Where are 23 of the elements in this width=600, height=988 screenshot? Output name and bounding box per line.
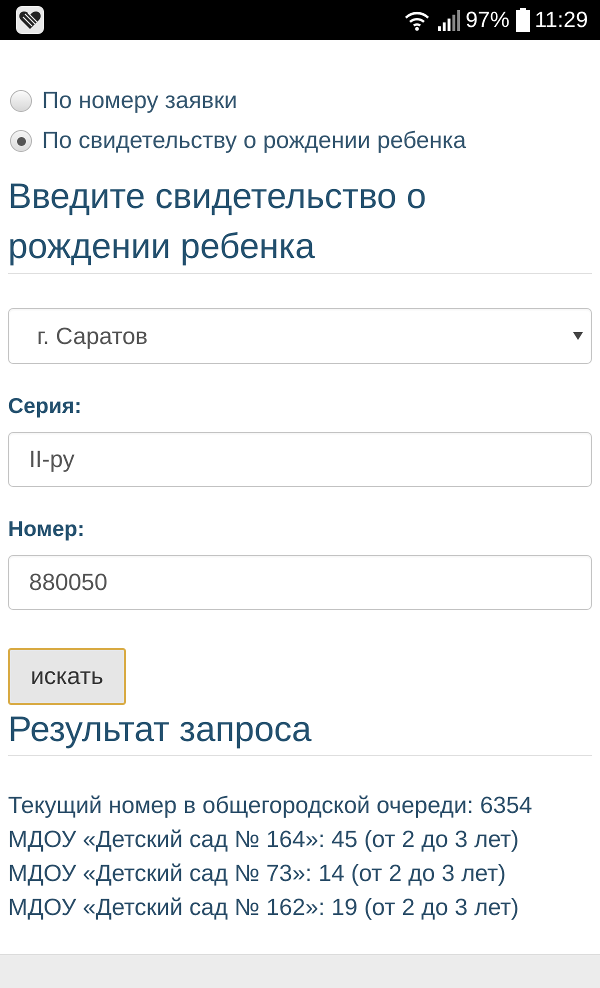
battery-icon <box>516 8 530 32</box>
caret-icon <box>573 332 583 340</box>
series-input[interactable]: II-ру <box>8 432 592 487</box>
radio-button[interactable] <box>10 130 32 152</box>
field-label: Серия: <box>8 394 83 418</box>
battery-percent: 97% <box>466 7 510 33</box>
radio-label[interactable]: По свидетельству о рождении ребенка <box>42 126 466 154</box>
form-heading: Введите свидетельство о рождении ребенка <box>8 175 428 268</box>
result-heading: Результат запроса <box>8 708 313 751</box>
wifi-icon <box>404 10 430 30</box>
radio-label[interactable]: По номеру заявки <box>42 86 238 114</box>
heart-app-icon[interactable] <box>16 6 44 34</box>
result-text: Текущий номер в общегородской очереди: 6354 <box>8 791 534 820</box>
signal-bars-icon <box>438 10 461 30</box>
result-text: МДОУ «Детский сад № 164»: 45 (от 2 до 3 лет) <box>8 825 520 854</box>
city-select[interactable]: г. Саратов <box>8 308 592 364</box>
clock-time: 11:29 <box>534 7 588 33</box>
result-text: МДОУ «Детский сад № 162»: 19 (от 2 до 3 лет) <box>8 893 520 922</box>
radio-button[interactable] <box>10 90 32 112</box>
field-label: Номер: <box>8 517 86 541</box>
number-input[interactable]: 880050 <box>8 555 592 610</box>
result-text: МДОУ «Детский сад № 73»: 14 (от 2 до 3 лет) <box>8 859 507 888</box>
search-button[interactable]: искать <box>8 648 126 705</box>
